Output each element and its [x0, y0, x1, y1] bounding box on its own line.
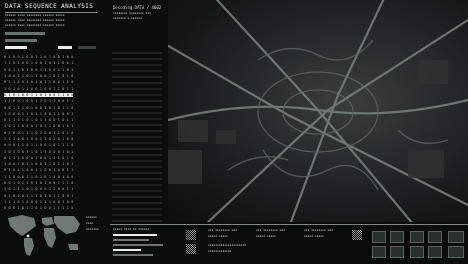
header-meta-line-1: ▪▪▪▪▪▪ ▪▪▪▪ ▪▪▪▪▪▪▪▪ ▪▪▪▪▪▪ ▪▪▪▪▪	[5, 13, 65, 17]
thumbnail-7[interactable]	[390, 246, 404, 258]
list-item-value: 1 0 1 1 1 0 1 0 0 0 1 1 0 0 1 1	[4, 187, 74, 192]
thumbnail-6[interactable]	[372, 246, 386, 258]
status-meta-1: ▪▪▪▪▪▪▪▪ ▪▪▪▪▪▪▪▪ ▪▪▪	[113, 11, 151, 15]
list-item-value: 1 0 0 1 1 0 1 1 0 0 1 0 1 0 1 0	[4, 74, 74, 79]
bottom-left-meta-1: ▪▪▪▪▪ ▪▪▪▪ ▪▪ ▪▪▪▪▪▪	[113, 227, 150, 231]
progress-bar-2	[5, 39, 37, 42]
list-item-value: 0 1 1 0 1 0 1 0 1 1 0 0 1 0 1 1	[4, 118, 74, 123]
thumbnail-1[interactable]	[372, 231, 386, 243]
column-separator	[112, 50, 162, 222]
bottom-bar-1	[113, 234, 157, 236]
highway-3	[207, 19, 468, 222]
thumbnail-5[interactable]	[448, 231, 464, 243]
qr-code-1	[186, 230, 196, 240]
highway-5	[168, 98, 468, 122]
progress-bar-4	[58, 46, 72, 49]
header-meta-line-2: ▪▪▪▪▪▪ ▪▪▪▪ ▪▪▪▪▪▪▪▪ ▪▪▪▪▪▪ ▪▪▪▪▪	[5, 18, 65, 22]
data-block-3: ▪▪▪ ▪▪▪▪▪▪▪▪ ▪▪▪	[256, 228, 285, 232]
list-item-value: 0 1 0 0 1 1 1 0 1 0 0 1 1 0 1 0	[4, 130, 74, 135]
list-item-value: 1 0 0 1 0 1 1 0 0 1 1 0 1 1 0 1	[4, 162, 74, 167]
status-meta-2: ▪▪▪▪▪▪▪ ▪ ▪▪▪▪▪▪	[113, 16, 142, 20]
building-1	[178, 120, 208, 142]
map-marker	[26, 234, 30, 238]
list-item-value: 0 1 1 1 0 0 0 1 0 0 1 1 1 0 1 0	[4, 155, 74, 160]
building-2	[216, 130, 236, 144]
ramp-east	[397, 129, 449, 144]
decoding-label: Decoding DATA	[113, 5, 145, 10]
list-item-value: 0 1 0 0 1 0 0 1 1 0 1 0 0 1 0 0	[4, 55, 74, 60]
data-block-8: ▪▪▪▪▪▪▪▪▪▪▪▪▪	[208, 249, 232, 253]
road-network	[168, 0, 468, 222]
highway-4	[289, 0, 385, 222]
list-item-value: 0 1 1 0 0 1 0 1 0 1 1 0 0 1 1 0	[4, 80, 74, 85]
list-item-value: 1 1 0 0 0 1 1 0 1 0 1 1 0 1 0 0	[4, 174, 74, 179]
progress-bar-1	[5, 32, 45, 35]
data-block-6: ▪▪▪▪▪ ▪▪▪▪▪	[304, 234, 324, 238]
building-4	[408, 150, 444, 178]
qr-code-2	[186, 244, 196, 254]
list-item-value: 0 0 1 1 0 1 0 0 1 1 0 0 1 1 0 1	[4, 67, 74, 72]
decoding-status: Decoding DATA / 4602	[113, 6, 161, 10]
list-item-value: 1 1 1 0 1 0 0 0 1 1 1 0 0 1 0 0	[4, 199, 74, 204]
thumbnail-9[interactable]	[428, 246, 442, 258]
progress-bar-5	[78, 46, 96, 49]
header-meta-line-3: ▪▪▪▪▪▪ ▪▪▪▪ ▪▪▪▪▪▪▪▪ ▪▪▪▪▪▪ ▪▪▪▪▪	[5, 23, 65, 27]
world-map	[4, 210, 84, 260]
list-item-value: 1 0 1 0 0 1 1 0 1 1 0 0 0 1 0 1	[4, 149, 74, 154]
qr-code-3	[352, 230, 362, 240]
data-block-7: ▪▪▪▪▪▪▪▪▪▪▪▪▪▪▪▪▪▪▪▪▪	[208, 243, 246, 247]
list-item-value: 1 1 0 1 0 0 1 0 0 1 0 1 1 0 0 1	[4, 61, 74, 66]
decoding-value: / 4602	[146, 5, 162, 10]
data-block-4: ▪▪▪▪▪ ▪▪▪▪▪	[256, 234, 276, 238]
list-item-value: 0 0 1 1 1 0 1 0 0 1 0 1 0 1 1 0	[4, 105, 74, 110]
bottom-divider	[110, 224, 468, 225]
list-item-value: 1 0 1 0 1 1 0 0 1 0 0 1 1 0 1 1	[4, 86, 74, 91]
thumbnail-4[interactable]	[428, 231, 442, 243]
list-item-value: 0 0 0 1 1 0 1 1 0 0 1 0 1 1 1 0	[4, 143, 74, 148]
bottom-bar-2	[113, 239, 149, 241]
list-item-value: 0 1 0 1 1 0 0 1 1 0 0 1 0 0 1 1	[4, 168, 74, 173]
data-block-1: ▪▪▪ ▪▪▪▪▪▪▪▪ ▪▪▪	[208, 228, 237, 232]
page-title: DATA SEQUENCE ANALYSIS	[5, 3, 94, 10]
highway-2	[215, 0, 413, 222]
thumbnail-8[interactable]	[410, 246, 424, 258]
thumbnail-2[interactable]	[390, 231, 404, 243]
data-sequence-list: 0 1 0 0 1 0 0 1 1 0 1 0 0 1 0 01 1 0 1 0…	[4, 54, 110, 224]
bottom-bar-5	[113, 254, 153, 256]
map-legend-1: ▪▪▪▪▪▪	[86, 215, 97, 219]
list-item-value: 1 1 0 0 1 0 0 1 1 0 1 1 0 0 1 1	[4, 99, 74, 104]
interchange-ring-outer	[257, 71, 379, 153]
map-legend-2: ▪▪▪▪	[86, 221, 94, 225]
list-item-value: 0 1 0 1 0 0 1 1 0 1 0 0 1 1 0 0	[4, 92, 74, 97]
list-item-value: 1 0 1 1 0 0 0 1 0 1 1 0 0 1 0 1	[4, 124, 74, 129]
map-legend-3: ▪▪▪▪▪▪▪	[86, 227, 99, 231]
bottom-bar-4	[113, 249, 141, 251]
progress-bar-3	[5, 46, 27, 49]
list-item-value: 0 0 1 0 1 1 0 1 0 1 0 0 1 1 1 0	[4, 181, 74, 186]
building-5	[418, 60, 448, 84]
list-item-value: 1 1 1 0 0 1 0 0 1 1 0 1 0 1 0 0	[4, 137, 74, 141]
building-3	[168, 150, 202, 184]
list-item-value: 0 1 0 0 0 1 1 1 0 1 0 1 1 0 0 1	[4, 193, 74, 198]
thumbnail-3[interactable]	[410, 231, 424, 243]
thumbnail-10[interactable]	[448, 246, 464, 258]
list-item-value: 1 0 0 0 1 1 0 1 1 0 0 1 1 0 0 1	[4, 111, 74, 116]
bottom-bar-3	[113, 244, 163, 246]
data-block-2: ▪▪▪▪▪ ▪▪▪▪▪	[208, 234, 228, 238]
aerial-view[interactable]	[168, 0, 468, 222]
data-block-5: ▪▪▪ ▪▪▪▪▪▪▪▪ ▪▪▪	[304, 228, 333, 232]
